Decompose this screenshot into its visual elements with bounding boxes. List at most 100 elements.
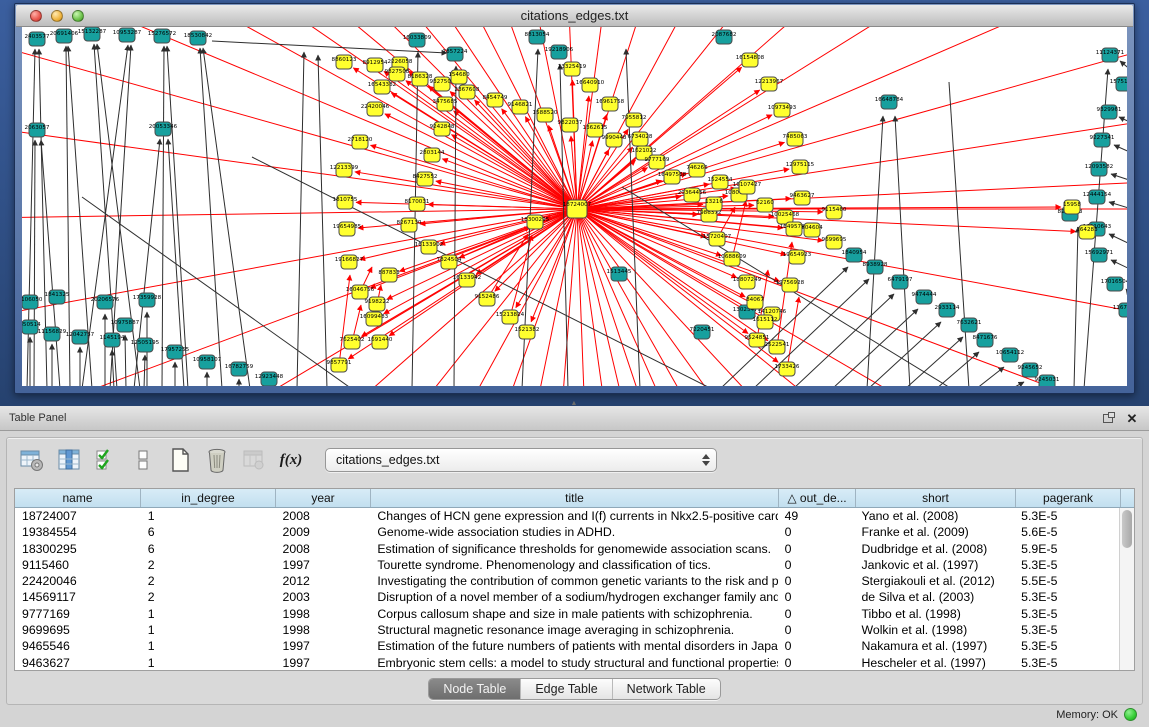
graph-node[interactable]: 9152486 — [475, 292, 500, 306]
column-header-title[interactable]: title — [371, 489, 779, 507]
graph-node[interactable]: 746266 — [686, 163, 708, 177]
graph-node[interactable]: 8938928 — [863, 260, 888, 274]
tab-network-table[interactable]: Network Table — [613, 679, 720, 699]
table-row[interactable]: 1872400712008Changes of HCN gene express… — [15, 508, 1119, 524]
graph-node[interactable]: 8454749 — [483, 93, 508, 107]
graph-node[interactable]: 9245652 — [1018, 363, 1043, 377]
tab-edge-table[interactable]: Edge Table — [521, 679, 612, 699]
graph-node[interactable]: 2367608 — [455, 85, 480, 99]
graph-node[interactable]: 164283 — [1076, 225, 1098, 239]
graph-node[interactable]: 19166827 — [335, 255, 364, 269]
graph-node[interactable]: 16961758 — [596, 97, 625, 111]
graph-node[interactable]: 7220451 — [690, 325, 715, 339]
graph-node[interactable]: 15132287 — [78, 27, 107, 41]
graph-node[interactable]: 2522541 — [765, 340, 790, 354]
graph-node[interactable]: 13216 — [705, 197, 723, 211]
graph-node[interactable]: 18724007 — [563, 200, 592, 218]
column-header-short[interactable]: short — [856, 489, 1016, 507]
close-panel-button[interactable]: ✕ — [1124, 411, 1140, 425]
graph-node[interactable]: 887833 — [378, 268, 400, 282]
table-row[interactable]: 1938455462009Genome-wide association stu… — [15, 524, 1119, 540]
graph-node[interactable]: 1810755 — [333, 195, 358, 209]
graph-node[interactable]: 10958107 — [193, 355, 222, 369]
graph-node[interactable]: 15751074 — [1110, 77, 1127, 91]
close-window-button[interactable] — [30, 10, 42, 22]
graph-node[interactable]: 8427552 — [413, 172, 438, 186]
graph-node[interactable]: 2803144 — [420, 148, 445, 162]
graph-node[interactable]: 8267130 — [397, 218, 422, 232]
graph-node[interactable]: 15958 — [1063, 200, 1081, 214]
table-select-dropdown[interactable]: citations_edges.txt — [325, 448, 717, 472]
graph-node[interactable]: 1840954 — [842, 248, 867, 262]
table-row[interactable]: 969969511998Structural magnetic resonanc… — [15, 622, 1119, 638]
column-header-out_de[interactable]: △ out_de... — [779, 489, 856, 507]
graph-node[interactable]: 9227341 — [1090, 133, 1115, 147]
column-header-pagerank[interactable]: pagerank — [1016, 489, 1121, 507]
table-row[interactable]: 946362711997Embryonic stem cells: a mode… — [15, 655, 1119, 671]
graph-node[interactable]: 1615112 — [753, 315, 778, 329]
graph-node[interactable]: 1588520 — [533, 108, 558, 122]
graph-node[interactable]: 19218906 — [545, 45, 574, 59]
graph-node[interactable]: 18807249 — [733, 275, 762, 289]
graph-node[interactable]: 154680 — [448, 70, 470, 84]
graph-node[interactable]: 7857224 — [443, 47, 468, 61]
graph-node[interactable]: 1733426 — [775, 362, 800, 376]
function-builder-button[interactable]: f(x) — [276, 445, 306, 475]
graph-node[interactable]: 9463627 — [790, 191, 815, 205]
graph-node[interactable]: 9990448 — [602, 133, 627, 147]
graph-node[interactable]: 12923448 — [255, 372, 284, 386]
table-vertical-scrollbar[interactable] — [1119, 508, 1134, 670]
graph-node[interactable]: 12213967 — [755, 77, 784, 91]
table-row[interactable]: 977716911998Corpus callosum shape and si… — [15, 606, 1119, 622]
graph-node[interactable]: 9699695 — [822, 235, 847, 249]
unselect-all-button[interactable] — [128, 445, 158, 475]
new-table-button[interactable] — [165, 445, 195, 475]
graph-node[interactable]: 8471676 — [973, 333, 998, 347]
graph-node[interactable]: 62160 — [756, 198, 774, 212]
graph-node[interactable]: 8170031 — [405, 197, 430, 211]
graph-node[interactable]: 1524554 — [708, 175, 733, 189]
tab-node-table[interactable]: Node Table — [429, 679, 521, 699]
network-window-titlebar[interactable]: citations_edges.txt — [16, 5, 1133, 27]
graph-node[interactable]: 6734028 — [628, 132, 653, 146]
graph-node[interactable]: 16782759 — [225, 362, 254, 376]
graph-node[interactable]: 7955812 — [622, 113, 647, 127]
graph-node[interactable]: 11124371 — [1096, 48, 1125, 62]
graph-node[interactable]: 1513445 — [607, 267, 632, 281]
graph-node[interactable]: 2933114 — [935, 303, 960, 317]
graph-node[interactable]: 17957255 — [161, 345, 190, 359]
column-header-name[interactable]: name — [15, 489, 141, 507]
graph-node[interactable]: 7625402 — [340, 335, 365, 349]
graph-node[interactable]: 7632621 — [957, 318, 982, 332]
network-view[interactable]: 2403577206914061513228710953287152765721… — [22, 27, 1127, 386]
graph-node[interactable]: 1145194 — [100, 333, 125, 347]
graph-node[interactable]: 12093582 — [1085, 162, 1113, 176]
graph-node[interactable]: 19756928 — [776, 278, 805, 292]
graph-node[interactable]: 19654923 — [783, 250, 812, 264]
graph-node[interactable]: 9242848 — [430, 122, 455, 136]
network-window[interactable]: citations_edges.txt 24035772069140615132… — [14, 3, 1135, 394]
graph-node[interactable]: 11156829 — [38, 327, 67, 341]
graph-node[interactable]: 2087682 — [712, 30, 737, 44]
column-header-in_degree[interactable]: in_degree — [141, 489, 276, 507]
table-row[interactable]: 2242004622012Investigating the contribut… — [15, 573, 1119, 589]
graph-node[interactable]: 16640910 — [576, 78, 605, 92]
graph-node[interactable]: 16133942 — [453, 273, 481, 287]
graph-node[interactable]: 12444154 — [1083, 190, 1112, 204]
graph-node[interactable]: 12042757 — [66, 330, 95, 344]
table-row[interactable]: 1456911722003Disruption of a novel membe… — [15, 589, 1119, 605]
graph-node[interactable]: 9329961 — [1097, 105, 1122, 119]
scrollbar-thumb[interactable] — [1122, 510, 1132, 548]
graph-node[interactable]: 12975115 — [786, 160, 815, 174]
graph-node[interactable]: 1521382 — [515, 325, 540, 339]
graph-node[interactable]: 15276572 — [148, 29, 176, 43]
table-row[interactable]: 946554611997Estimation of the future num… — [15, 638, 1119, 654]
graph-node[interactable]: 9857791 — [327, 358, 352, 372]
graph-node[interactable]: 16133902 — [415, 240, 443, 254]
splitter-grip[interactable]: ▲ — [569, 401, 579, 406]
select-column-button[interactable] — [54, 445, 84, 475]
graph-node[interactable]: 9146821 — [508, 100, 533, 114]
network-canvas[interactable]: 2403577206914061513228710953287152765721… — [22, 27, 1127, 386]
graph-node[interactable]: 16648784 — [875, 95, 904, 109]
graph-node[interactable]: 6479197 — [888, 275, 913, 289]
